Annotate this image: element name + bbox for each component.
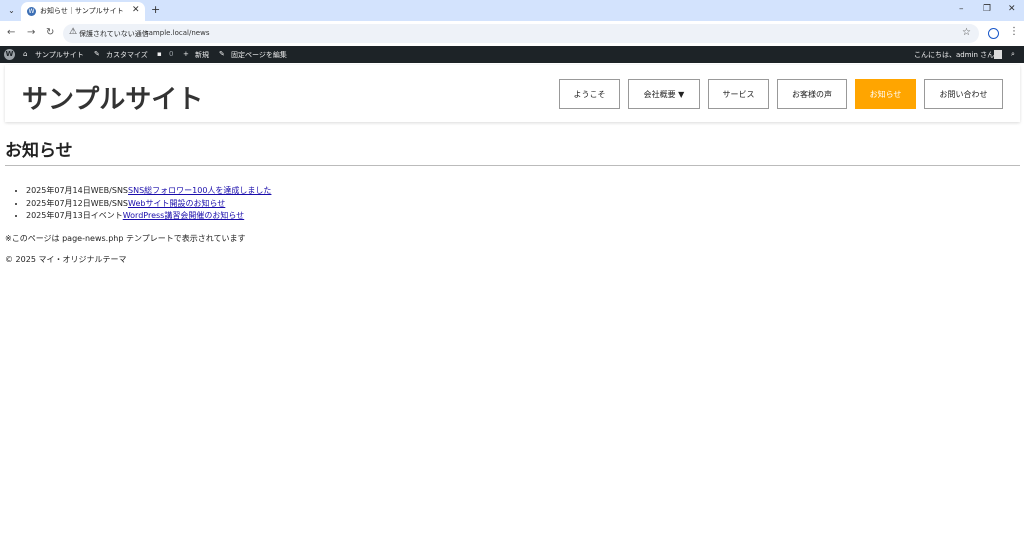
address-bar[interactable]: ⚠ 保護されていない通信 sample.local/news xyxy=(63,24,979,43)
wordpress-favicon-icon: W xyxy=(27,7,36,16)
profile-icon[interactable] xyxy=(988,28,999,39)
avatar[interactable] xyxy=(994,50,1002,59)
template-note: ※このページは page-news.php テンプレートで表示されています xyxy=(5,234,246,243)
browser-menu-icon[interactable]: ⋮ xyxy=(1009,26,1019,37)
news-link[interactable]: SNS総フォロワー100人を達成しました xyxy=(128,186,271,195)
minimize-icon[interactable]: – xyxy=(959,4,964,14)
search-icon[interactable]: ⌕ xyxy=(1011,50,1015,59)
site-home-icon[interactable]: ⌂ xyxy=(23,50,27,58)
adminbar-edit-page[interactable]: 固定ページを編集 xyxy=(231,50,287,60)
news-category: WEB/SNS xyxy=(90,198,129,208)
news-link[interactable]: WordPress講習会開催のお知らせ xyxy=(123,211,244,220)
page-title: お知らせ xyxy=(5,141,73,161)
news-link[interactable]: Webサイト開設のお知らせ xyxy=(128,199,225,208)
back-icon[interactable]: ← xyxy=(7,27,15,38)
forward-icon[interactable]: → xyxy=(27,27,35,38)
nav-services[interactable]: サービス xyxy=(708,79,769,109)
window-close-icon[interactable]: ✕ xyxy=(1008,4,1016,14)
news-category: イベント xyxy=(90,211,123,220)
wordpress-logo-icon[interactable]: W xyxy=(4,49,15,60)
comments-count[interactable]: 0 xyxy=(169,50,173,58)
news-category: WEB/SNS xyxy=(90,186,129,195)
brush-icon[interactable]: ✎ xyxy=(94,50,100,58)
nav-welcome[interactable]: ようこそ xyxy=(559,79,620,109)
news-date: 2025年07月14日 xyxy=(26,186,91,195)
new-tab-icon[interactable]: + xyxy=(151,3,160,16)
restore-icon[interactable]: ❐ xyxy=(983,4,991,14)
list-item: 2025年07月12日WEB/SNSWebサイト開設のお知らせ xyxy=(26,198,271,211)
plus-icon[interactable]: + xyxy=(183,50,189,58)
browser-tab-strip: ⌄ W お知らせ｜サンプルサイト ✕ + – ❐ ✕ xyxy=(0,0,1024,21)
adminbar-site-name[interactable]: サンプルサイト xyxy=(35,50,84,60)
adminbar-greeting[interactable]: こんにちは、admin さん xyxy=(914,50,994,60)
warning-icon[interactable]: ⚠ xyxy=(69,27,77,37)
news-date: 2025年07月12日 xyxy=(26,198,91,208)
divider xyxy=(5,165,1020,166)
news-date: 2025年07月13日 xyxy=(26,211,91,220)
browser-tab[interactable]: W お知らせ｜サンプルサイト ✕ xyxy=(21,2,145,21)
comment-icon[interactable]: ▪ xyxy=(157,50,162,58)
wp-admin-bar: W ⌂ サンプルサイト ✎ カスタマイズ ▪ 0 + 新規 ✎ 固定ページを編集… xyxy=(0,46,1024,63)
adminbar-new[interactable]: 新規 xyxy=(195,50,209,60)
site-title[interactable]: サンプルサイト xyxy=(22,79,203,116)
site-header: サンプルサイト ようこそ 会社概要 ▼ サービス お客様の声 お知らせ お問い合… xyxy=(5,65,1020,122)
tab-search-icon[interactable]: ⌄ xyxy=(5,4,18,17)
nav-testimonials[interactable]: お客様の声 xyxy=(777,79,847,109)
nav-company[interactable]: 会社概要 ▼ xyxy=(628,79,700,109)
reload-icon[interactable]: ↻ xyxy=(46,27,54,38)
browser-toolbar: ← → ↻ ⚠ 保護されていない通信 sample.local/news xyxy=(0,21,1024,46)
pencil-icon[interactable]: ✎ xyxy=(219,50,225,58)
list-item: 2025年07月14日WEB/SNSSNS総フォロワー100人を達成しました xyxy=(26,185,271,198)
adminbar-customize[interactable]: カスタマイズ xyxy=(106,50,148,60)
bookmark-star-icon[interactable]: ☆ xyxy=(962,27,971,38)
tab-title: お知らせ｜サンプルサイト xyxy=(40,7,124,15)
footer-copyright: © 2025 マイ・オリジナルテーマ xyxy=(5,255,127,264)
nav-contact[interactable]: お問い合わせ xyxy=(924,79,1003,109)
news-list: 2025年07月14日WEB/SNSSNS総フォロワー100人を達成しました 2… xyxy=(12,185,271,223)
nav-news[interactable]: お知らせ xyxy=(855,79,916,109)
insecure-label[interactable]: 保護されていない通信 xyxy=(79,29,149,39)
list-item: 2025年07月13日イベントWordPress講習会開催のお知らせ xyxy=(26,210,271,223)
url-text[interactable]: sample.local/news xyxy=(145,29,209,37)
tab-close-icon[interactable]: ✕ xyxy=(132,5,140,15)
